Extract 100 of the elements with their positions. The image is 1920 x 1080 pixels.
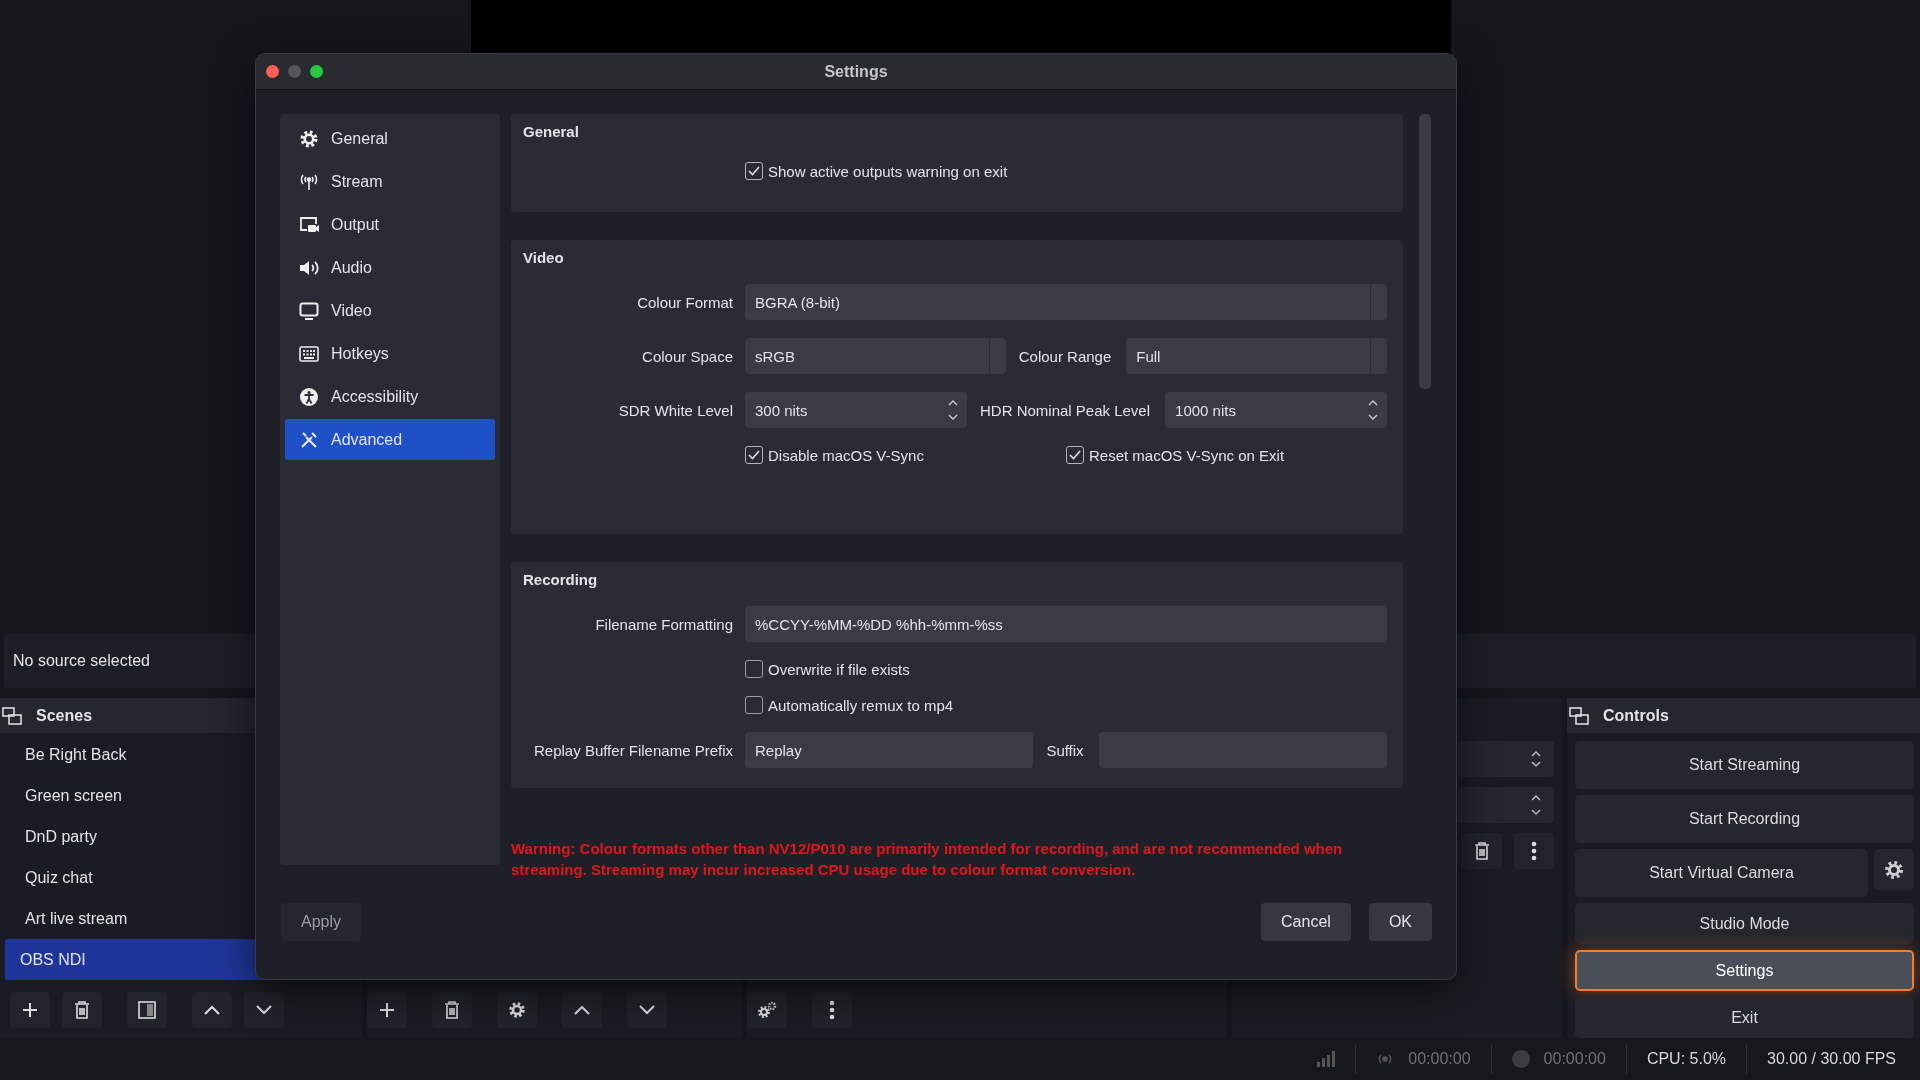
sidebar-item[interactable]: General [285, 118, 495, 159]
no-source-text: No source selected [13, 652, 150, 671]
gears-button[interactable] [747, 992, 787, 1028]
settings-button[interactable] [1874, 849, 1914, 890]
antenna-icon [299, 172, 319, 191]
signal-bars-icon [1317, 1051, 1336, 1067]
more-button[interactable] [812, 992, 852, 1028]
chevron-down-icon [638, 1004, 656, 1016]
scrollbar-thumb[interactable] [1419, 114, 1431, 389]
delete-button[interactable] [432, 992, 472, 1028]
sidebar-item[interactable]: Stream [285, 161, 495, 202]
field-label: Colour Range [1018, 347, 1112, 365]
control-button[interactable]: Exit [1575, 997, 1914, 1038]
move-up-button[interactable] [562, 992, 602, 1028]
accessibility-icon [299, 387, 319, 406]
sidebar-item[interactable]: Video [285, 290, 495, 331]
spin-field[interactable] [1458, 787, 1554, 823]
move-up-button[interactable] [192, 992, 232, 1028]
apply-button[interactable]: Apply [281, 903, 362, 941]
dropdown[interactable]: Full [1126, 338, 1387, 374]
field-label: Filename Formatting [594, 615, 733, 633]
delete-button[interactable] [62, 992, 102, 1028]
up-down-arrows-icon [1530, 793, 1542, 817]
field-label: Replay Buffer Filename Prefix [533, 741, 733, 759]
monitor-camera-icon [299, 215, 319, 234]
sidebar-item[interactable]: Accessibility [285, 376, 495, 417]
close-button[interactable] [266, 65, 279, 78]
gear-icon [508, 1001, 526, 1019]
move-down-button[interactable] [244, 992, 284, 1028]
section-title: Video [523, 249, 564, 266]
control-button[interactable]: Settings [1575, 950, 1914, 991]
input-field[interactable]: Replay [745, 732, 1034, 768]
spin-field[interactable] [1458, 741, 1554, 777]
spin-field[interactable]: 1000 nits [1165, 392, 1387, 428]
keyboard-icon [299, 345, 319, 362]
up-down-arrows-icon [946, 398, 959, 422]
checkbox-label: Automatically remux to mp4 [768, 696, 954, 714]
spin-field[interactable]: 300 nits [745, 392, 967, 428]
more-icon [1531, 841, 1537, 861]
checkbox-label: Show active outputs warning on exit [768, 162, 1008, 180]
add-button[interactable] [10, 992, 50, 1028]
trash-icon [1474, 842, 1490, 860]
dock-title: Scenes [36, 706, 93, 725]
checkbox-label: Overwrite if file exists [768, 660, 910, 678]
chevron-down-icon [255, 1004, 273, 1016]
field-label: Colour Space [641, 347, 733, 365]
sidebar-item[interactable]: Output [285, 204, 495, 245]
plus-icon [378, 1001, 396, 1019]
more-button[interactable] [1514, 833, 1554, 869]
delete-button[interactable] [1462, 833, 1502, 869]
field-label: SDR White Level [617, 401, 733, 419]
panel-icon [138, 1001, 156, 1019]
trash-icon [444, 1001, 460, 1019]
gears-icon [757, 1001, 777, 1019]
checkbox[interactable] [745, 446, 763, 464]
windows-icon [1569, 706, 1589, 725]
field-label: Suffix [1046, 741, 1084, 759]
gear-icon [299, 129, 319, 148]
sidebar-item[interactable]: Advanced [285, 419, 495, 460]
sidebar-item[interactable]: Audio [285, 247, 495, 288]
plus-icon [21, 1001, 39, 1019]
fps-reading: 30.00 / 30.00 FPS [1767, 1050, 1896, 1068]
record-time: 00:00:00 [1543, 1050, 1606, 1068]
settings-button[interactable] [497, 992, 537, 1028]
dropdown[interactable]: BGRA (8-bit) [745, 284, 1387, 320]
more-icon [829, 1000, 835, 1020]
zoom-button[interactable] [310, 65, 323, 78]
checkbox[interactable] [1066, 446, 1084, 464]
stream-time: 00:00:00 [1408, 1050, 1471, 1068]
section-title: General [523, 123, 579, 140]
warning-text: Warning: Colour formats other than NV12/P010 are primarily intended for recording, and are not recommended when streaming. Streaming may incur increased CPU usage due to colour format conversion. [511, 839, 1344, 880]
filter-button[interactable] [127, 992, 167, 1028]
cancel-button[interactable]: Cancel [1261, 903, 1351, 941]
section-title: Recording [523, 571, 598, 588]
control-button[interactable]: Studio Mode [1575, 903, 1914, 944]
speaker-icon [299, 258, 319, 277]
trash-icon [74, 1001, 90, 1019]
checkbox[interactable] [745, 696, 763, 714]
dock-title: Controls [1603, 706, 1669, 725]
field-label: HDR Nominal Peak Level [979, 401, 1151, 419]
checkbox-label: Disable macOS V-Sync [768, 446, 924, 464]
dropdown[interactable]: sRGB [745, 338, 1006, 374]
windows-icon [2, 706, 22, 725]
control-button[interactable]: Start Recording [1575, 795, 1914, 843]
up-down-arrows-icon [1530, 749, 1542, 769]
tools-icon [299, 430, 319, 449]
up-down-arrows-icon [1367, 398, 1379, 422]
sidebar-item[interactable]: Hotkeys [285, 333, 495, 374]
chevron-up-icon [203, 1004, 221, 1016]
monitor-icon [299, 301, 319, 320]
ok-button[interactable]: OK [1368, 903, 1432, 941]
input-field[interactable]: %CCYY-%MM-%DD %hh-%mm-%ss [745, 606, 1387, 642]
move-down-button[interactable] [627, 992, 667, 1028]
checkbox[interactable] [745, 162, 763, 180]
checkbox[interactable] [745, 660, 763, 678]
control-button[interactable]: Start Virtual Camera [1575, 849, 1868, 897]
checkbox-label: Reset macOS V-Sync on Exit [1089, 446, 1285, 464]
gear-icon [1884, 859, 1904, 880]
add-button[interactable] [367, 992, 407, 1028]
control-button[interactable]: Start Streaming [1575, 741, 1914, 789]
